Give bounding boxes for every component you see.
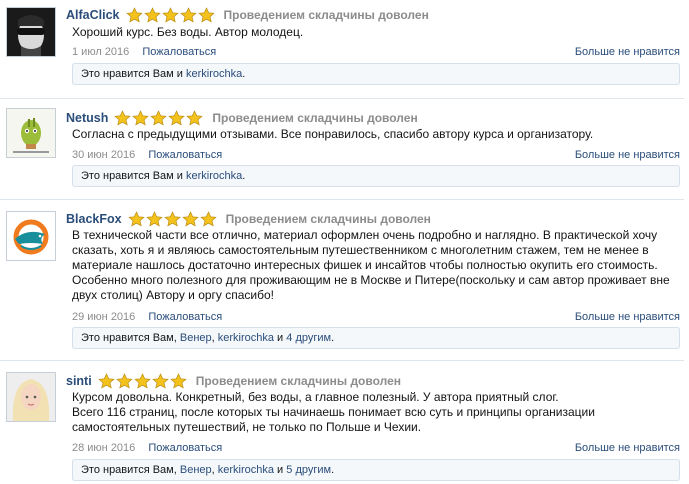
avatar[interactable] <box>6 372 56 422</box>
likes-others-link[interactable]: 4 другим <box>286 332 331 344</box>
star-icon <box>151 372 169 388</box>
avatar[interactable] <box>6 7 56 57</box>
liker-link[interactable]: kerkirochka <box>218 464 274 476</box>
review-text-line: Особенно много полезного для проживающим… <box>72 273 670 287</box>
unlike-link[interactable]: Больше не нравится <box>575 45 680 60</box>
divider <box>0 98 684 99</box>
star-icon <box>181 210 199 226</box>
star-icon <box>197 6 215 22</box>
review-text-line: Хороший курс. Без воды. Автор молодец. <box>72 25 304 39</box>
unlike-link[interactable]: Больше не нравится <box>575 148 680 163</box>
review-date: 1 июл 2016 <box>72 46 130 58</box>
star-icon <box>97 372 115 388</box>
star-icon <box>163 210 181 226</box>
review-header: sinti Проведением складчины доволен <box>66 372 401 390</box>
divider <box>0 199 684 200</box>
avatar[interactable] <box>6 108 56 158</box>
star-icon <box>168 109 186 125</box>
review-text-line: Курсом довольна. Конкретный, без воды, а… <box>72 390 559 404</box>
divider <box>0 360 684 361</box>
likes-suffix: . <box>242 68 246 80</box>
review-text: Курсом довольна. Конкретный, без воды, а… <box>72 390 672 435</box>
rating-stars <box>114 109 204 127</box>
star-icon <box>179 6 197 22</box>
star-icon <box>161 6 179 22</box>
star-icon <box>145 210 163 226</box>
author-name[interactable]: sinti <box>66 374 92 388</box>
review-date: 28 июн 2016 <box>72 442 136 454</box>
likes-others-link[interactable]: 5 другим <box>286 464 331 476</box>
likes-separator: и <box>274 332 287 344</box>
unlike-link[interactable]: Больше не нравится <box>575 441 680 456</box>
review-text-line: сказать, хоть я и являюсь самостоятельны… <box>72 243 649 257</box>
author-name[interactable]: AlfaClick <box>66 8 120 22</box>
likes-prefix: Это нравится Вам и <box>81 68 186 80</box>
likes-summary: Это нравится Вам и kerkirochka. <box>72 165 680 187</box>
avatar[interactable] <box>6 211 56 261</box>
review-text-line: материале нашлось достаточно интересных … <box>72 258 658 272</box>
liker-link[interactable]: kerkirochka <box>186 170 242 182</box>
liker-link[interactable]: Венер <box>180 332 212 344</box>
review-text-line: Всего 116 страниц, после которых ты начи… <box>72 405 595 419</box>
likes-summary: Это нравится Вам и kerkirochka. <box>72 63 680 85</box>
rating-stars <box>97 372 188 390</box>
star-icon <box>115 372 133 388</box>
likes-summary: Это нравится Вам, Венер, kerkirochka и 4… <box>72 327 680 349</box>
author-name[interactable]: BlackFox <box>66 212 122 226</box>
star-icon <box>114 109 132 125</box>
rating-stars <box>127 210 218 228</box>
report-link[interactable]: Пожаловаться <box>148 149 222 161</box>
liker-link[interactable]: kerkirochka <box>186 68 242 80</box>
likes-prefix: Это нравится Вам и <box>81 170 186 182</box>
author-name[interactable]: Netush <box>66 111 108 125</box>
review-text: Согласна с предыдущими отзывами. Все пон… <box>72 127 672 142</box>
review-verdict: Проведением складчины доволен <box>212 111 418 125</box>
review-text: Хороший курс. Без воды. Автор молодец. <box>72 25 672 40</box>
review-header: BlackFox Проведением складчины доволен <box>66 210 431 228</box>
likes-suffix: . <box>242 170 246 182</box>
review-text-line: В технической части все отлично, материа… <box>72 228 658 242</box>
review-text: В технической части все отлично, материа… <box>72 228 672 303</box>
star-icon <box>186 109 204 125</box>
likes-suffix: . <box>331 464 335 476</box>
review-meta: 29 июн 2016 Пожаловаться Больше не нрави… <box>72 310 680 325</box>
review-date: 29 июн 2016 <box>72 311 136 323</box>
review-header: AlfaClick Проведением складчины доволен <box>66 6 429 24</box>
liker-link[interactable]: Венер <box>180 464 212 476</box>
review-verdict: Проведением складчины доволен <box>225 212 431 226</box>
review-text-line: самостоятельных путешествий, не только п… <box>72 420 422 434</box>
star-icon <box>132 109 150 125</box>
star-icon <box>169 372 187 388</box>
review-date: 30 июн 2016 <box>72 149 136 161</box>
star-icon <box>199 210 217 226</box>
rating-stars <box>125 6 216 24</box>
likes-suffix: . <box>331 332 335 344</box>
star-icon <box>125 6 143 22</box>
review-verdict: Проведением складчины доволен <box>195 374 402 388</box>
review-text-line: двух столиц) Автору и оргу спасибо! <box>72 288 275 302</box>
unlike-link[interactable]: Больше не нравится <box>575 310 680 325</box>
report-link[interactable]: Пожаловаться <box>148 311 222 323</box>
review-meta: 28 июн 2016 Пожаловаться Больше не нрави… <box>72 441 680 456</box>
review-meta: 30 июн 2016 Пожаловаться Больше не нрави… <box>72 148 680 163</box>
star-icon <box>150 109 168 125</box>
report-link[interactable]: Пожаловаться <box>142 46 216 58</box>
review-meta: 1 июл 2016 Пожаловаться Больше не нравит… <box>72 45 680 60</box>
star-icon <box>127 210 145 226</box>
likes-prefix: Это нравится Вам, <box>81 332 180 344</box>
likes-separator: и <box>274 464 287 476</box>
review-header: Netush Проведением складчины доволен <box>66 109 418 127</box>
likes-prefix: Это нравится Вам, <box>81 464 180 476</box>
likes-summary: Это нравится Вам, Венер, kerkirochka и 5… <box>72 459 680 481</box>
review-text-line: Согласна с предыдущими отзывами. Все пон… <box>72 127 594 141</box>
liker-link[interactable]: kerkirochka <box>218 332 274 344</box>
star-icon <box>133 372 151 388</box>
star-icon <box>143 6 161 22</box>
review-verdict: Проведением складчины доволен <box>223 8 429 22</box>
report-link[interactable]: Пожаловаться <box>148 442 222 454</box>
